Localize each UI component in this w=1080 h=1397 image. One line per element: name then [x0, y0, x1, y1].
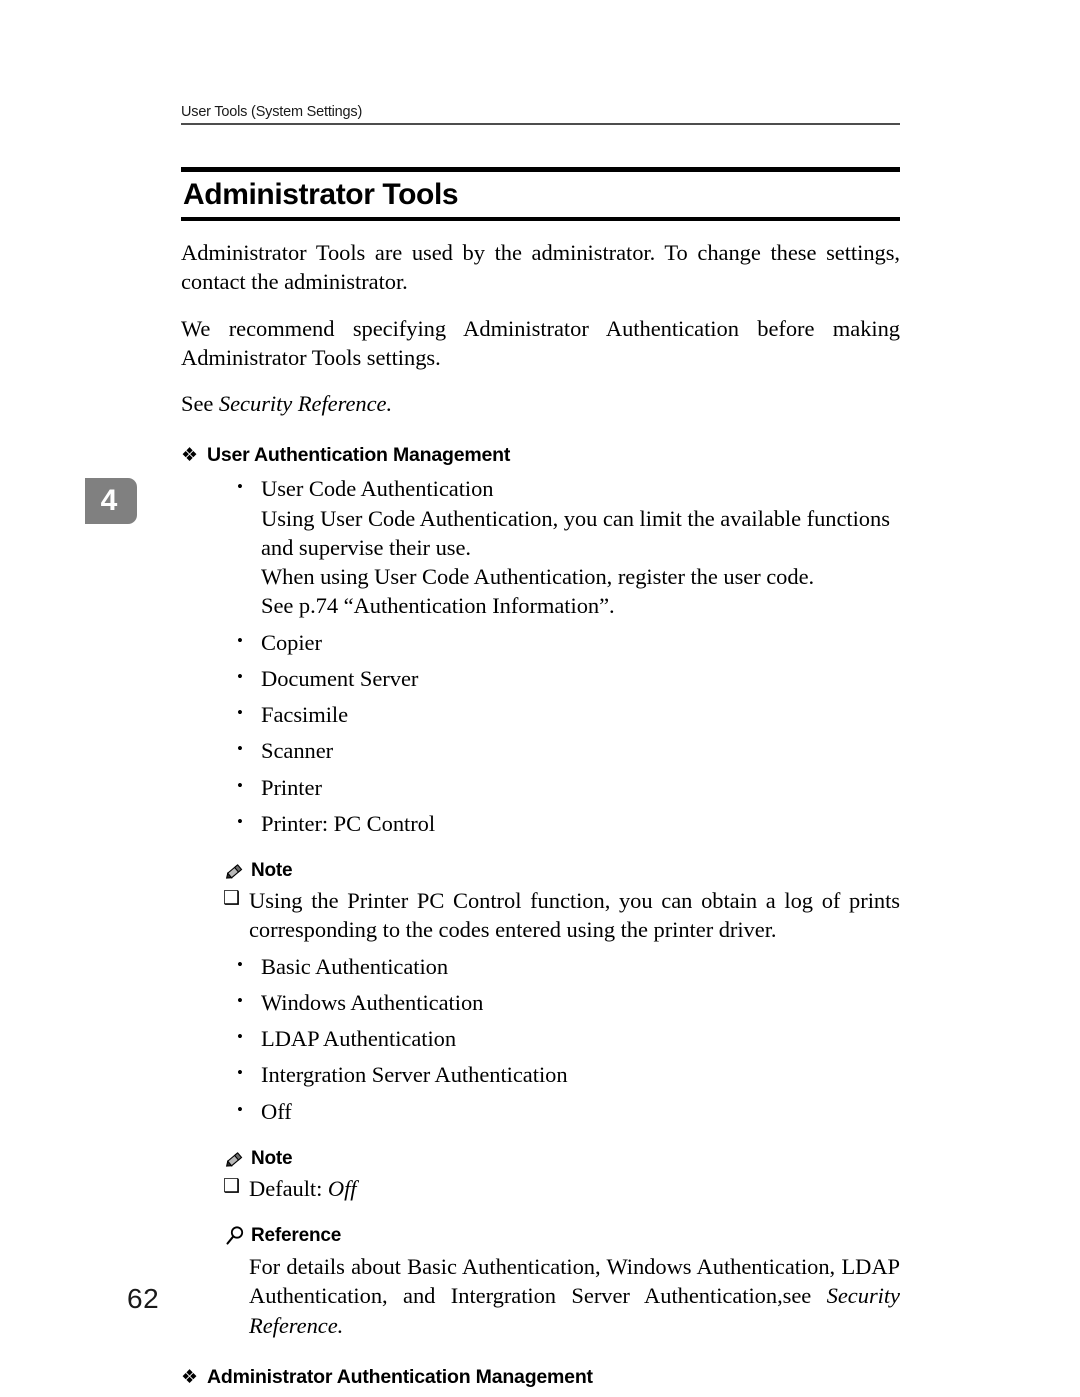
note-heading: Note — [181, 1148, 900, 1170]
list-item-label: Copier — [261, 629, 322, 655]
title-rule-bottom — [181, 217, 900, 221]
see-target: Security Reference. — [218, 391, 393, 416]
running-head: User Tools (System Settings) — [181, 104, 363, 120]
reference-body-text: For details about Basic Authentication, … — [249, 1254, 900, 1309]
note-label: Note — [251, 860, 293, 881]
note-item-text: Using the Printer PC Control function, y… — [249, 888, 900, 943]
diamond-bullet-icon: ❖ — [181, 1366, 198, 1388]
heading-label: User Authentication Management — [207, 444, 511, 467]
list-item-label: Printer — [261, 774, 322, 800]
round-bullet-icon: • — [237, 477, 243, 497]
round-bullet-icon: • — [237, 739, 243, 759]
heading-user-authentication-management: ❖ User Authentication Management — [181, 444, 900, 467]
pencil-icon — [223, 1148, 249, 1170]
page-number: 62 — [127, 1283, 160, 1314]
list-item: • Windows Authentication — [181, 988, 900, 1017]
running-head-rule — [181, 123, 900, 125]
list-item-detail: When using User Code Authentication, reg… — [261, 564, 815, 589]
round-bullet-icon: • — [237, 990, 243, 1010]
heading-label: Administrator Authentication Management — [207, 1365, 593, 1388]
list-item: • Printer: PC Control — [181, 809, 900, 838]
note-item-text: Default: Off — [249, 1174, 900, 1203]
note-list: ❑ Using the Printer PC Control function,… — [181, 886, 900, 945]
list-item: • Copier — [181, 628, 900, 657]
round-bullet-icon: • — [237, 1027, 243, 1046]
intro-paragraph-1: Administrator Tools are used by the admi… — [181, 240, 900, 295]
default-prefix: Default: — [249, 1175, 328, 1201]
list-item-label: Intergration Server Authentication — [261, 1062, 568, 1088]
heading-administrator-authentication-management: ❖ Administrator Authentication Managemen… — [181, 1366, 900, 1389]
list-item-label: Facsimile — [261, 702, 349, 727]
intro-see-reference: See Security Reference. — [181, 389, 900, 418]
list-item-detail: See p.74 “Authentication Information”. — [261, 593, 615, 619]
note-item: ❑ Using the Printer PC Control function,… — [181, 886, 900, 945]
list-item-label: Windows Authentication — [261, 989, 484, 1015]
note-label: Note — [251, 1147, 293, 1169]
magnifier-icon — [223, 1225, 249, 1247]
list-item-label: Scanner — [261, 738, 334, 764]
list-item: • Scanner — [181, 736, 900, 765]
list-item-detail: Using User Code Authentication, you can … — [261, 505, 890, 560]
list-item: • Facsimile — [181, 700, 900, 729]
round-bullet-icon: • — [237, 775, 243, 795]
reference-heading: Reference — [181, 1225, 900, 1247]
page-title: Administrator Tools — [183, 177, 459, 211]
note-heading: Note — [181, 860, 900, 882]
document-page: 4 User Tools (System Settings) Administr… — [0, 0, 1080, 1397]
round-bullet-icon: • — [237, 703, 243, 722]
reference-body: For details about Basic Authentication, … — [181, 1252, 900, 1340]
reference-label: Reference — [251, 1225, 342, 1246]
intro-paragraph-2: We recommend specifying Administrator Au… — [181, 315, 900, 370]
list-item: • Document Server — [181, 664, 900, 693]
round-bullet-icon: • — [237, 666, 243, 686]
list-item: • User Code Authentication Using User Co… — [181, 474, 900, 620]
default-value: Off — [327, 1175, 357, 1201]
pencil-icon — [223, 860, 249, 882]
list-item-label: Basic Authentication — [261, 953, 449, 979]
round-bullet-icon: • — [237, 954, 243, 974]
section-see-reference: See Security Reference. — [181, 1393, 900, 1397]
list-item: • Off — [181, 1097, 900, 1126]
auth-method-list-primary: • User Code Authentication Using User Co… — [181, 474, 900, 838]
list-item-label: Document Server — [261, 665, 419, 691]
round-bullet-icon: • — [237, 1063, 243, 1083]
list-item: • Printer — [181, 773, 900, 802]
list-item: • Basic Authentication — [181, 952, 900, 981]
round-bullet-icon: • — [237, 630, 243, 650]
list-item-label: User Code Authentication — [261, 476, 494, 502]
page-content: User Tools (System Settings) Administrat… — [181, 104, 900, 1397]
auth-method-list-secondary: • Basic Authentication • Windows Authent… — [181, 952, 900, 1126]
note-list: ❑ Default: Off — [181, 1174, 900, 1203]
list-item-body: User Code Authentication Using User Code… — [261, 474, 900, 620]
list-item: • Intergration Server Authentication — [181, 1060, 900, 1089]
list-item-label: Printer: PC Control — [261, 810, 436, 836]
square-bullet-icon: ❑ — [223, 1175, 240, 1197]
chapter-tab: 4 — [85, 478, 137, 524]
title-block: Administrator Tools — [181, 166, 900, 221]
list-item-label: Off — [261, 1098, 292, 1124]
square-bullet-icon: ❑ — [223, 888, 240, 909]
round-bullet-icon: • — [237, 1099, 243, 1119]
list-item: • LDAP Authentication — [181, 1024, 900, 1053]
diamond-bullet-icon: ❖ — [181, 445, 198, 467]
see-prefix: See — [181, 391, 219, 416]
note-item: ❑ Default: Off — [181, 1174, 900, 1203]
list-item-label: LDAP Authentication — [261, 1026, 457, 1051]
round-bullet-icon: • — [237, 811, 243, 831]
